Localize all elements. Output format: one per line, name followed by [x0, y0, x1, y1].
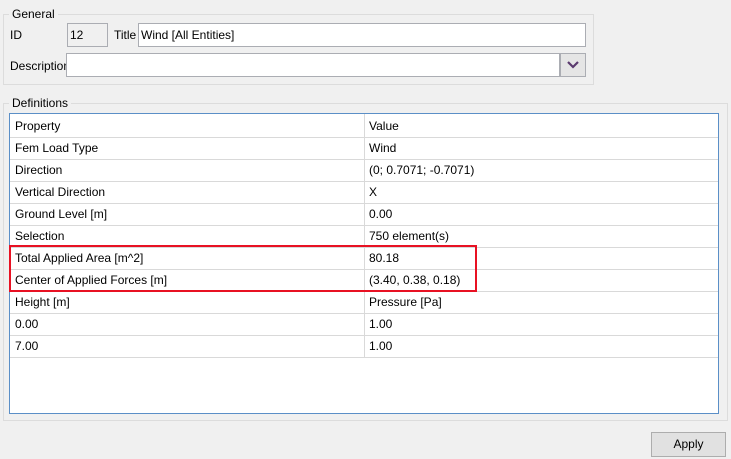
header-property[interactable]: Property	[15, 114, 60, 138]
cell-value: Wind	[369, 141, 397, 155]
cell-value: Pressure [Pa]	[369, 295, 442, 309]
table-row[interactable]: 7.00 1.00	[10, 336, 718, 358]
cell-property: Fem Load Type	[15, 141, 99, 155]
cell-property: Height [m]	[15, 295, 70, 309]
cell-property: Ground Level [m]	[15, 207, 108, 221]
cell-value: 750 element(s)	[369, 229, 450, 243]
cell-property: Vertical Direction	[15, 185, 106, 199]
cell-property: Direction	[15, 163, 63, 177]
cell-value: 0.00	[369, 207, 393, 221]
apply-button[interactable]: Apply	[651, 432, 726, 457]
table-row[interactable]: Direction (0; 0.7071; -0.7071)	[10, 160, 718, 182]
table-row[interactable]: 0.00 1.00	[10, 314, 718, 336]
id-label: ID	[10, 28, 22, 42]
cell-value: 1.00	[369, 317, 393, 331]
cell-property: Selection	[15, 229, 65, 243]
title-input[interactable]: Wind [All Entities]	[138, 23, 586, 47]
description-input[interactable]	[66, 53, 560, 77]
highlight-box	[9, 245, 477, 292]
id-field: 12	[67, 23, 108, 47]
header-value[interactable]: Value	[369, 114, 399, 138]
cell-value: 1.00	[369, 339, 393, 353]
table-header: Property Value	[10, 114, 718, 138]
cell-value: (0; 0.7071; -0.7071)	[369, 163, 475, 177]
general-legend: General	[12, 7, 55, 21]
description-dropdown-button[interactable]	[560, 53, 586, 77]
table-row[interactable]: Fem Load Type Wind	[10, 138, 718, 160]
cell-property: 0.00	[15, 317, 39, 331]
table-row[interactable]: Vertical Direction X	[10, 182, 718, 204]
table-row[interactable]: Height [m] Pressure [Pa]	[10, 292, 718, 314]
definitions-legend: Definitions	[12, 96, 69, 110]
cell-value: X	[369, 185, 378, 199]
table-row[interactable]: Ground Level [m] 0.00	[10, 204, 718, 226]
description-label: Description	[10, 59, 71, 73]
cell-property: 7.00	[15, 339, 39, 353]
chevron-down-icon	[567, 61, 579, 69]
title-label: Title	[114, 28, 137, 42]
